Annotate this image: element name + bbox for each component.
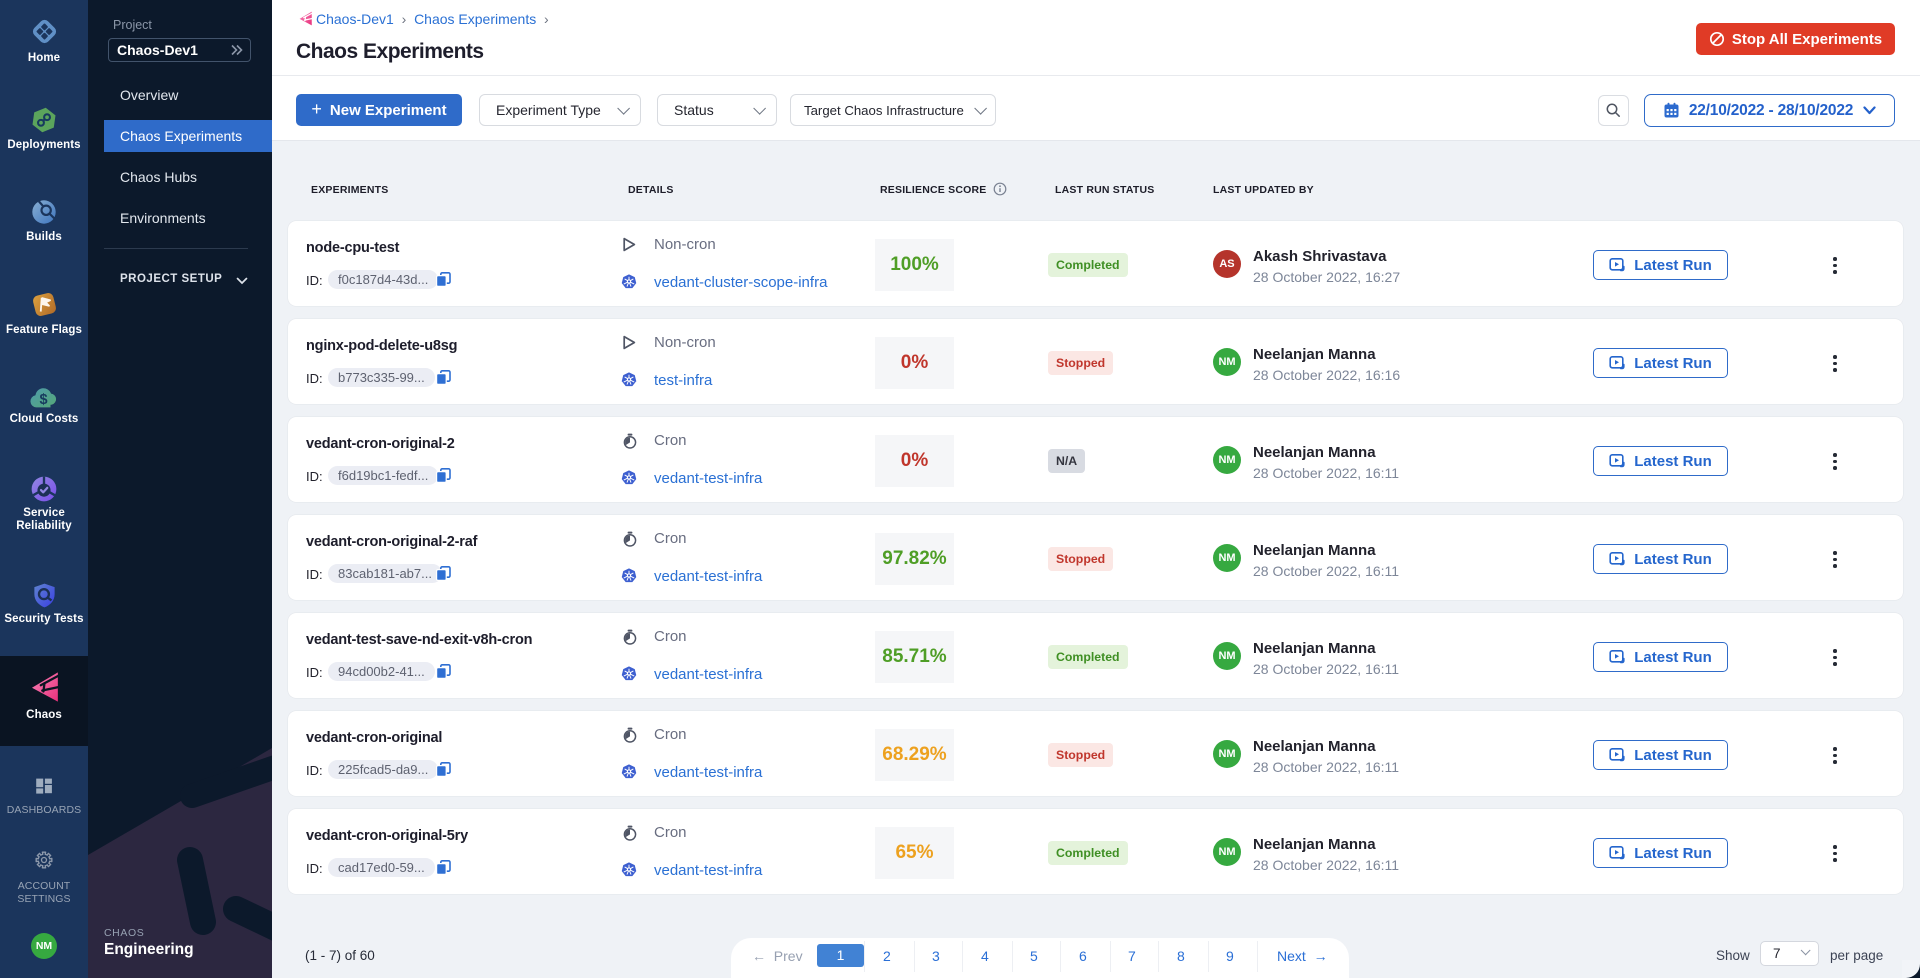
svg-text:$: $ [40,392,48,408]
